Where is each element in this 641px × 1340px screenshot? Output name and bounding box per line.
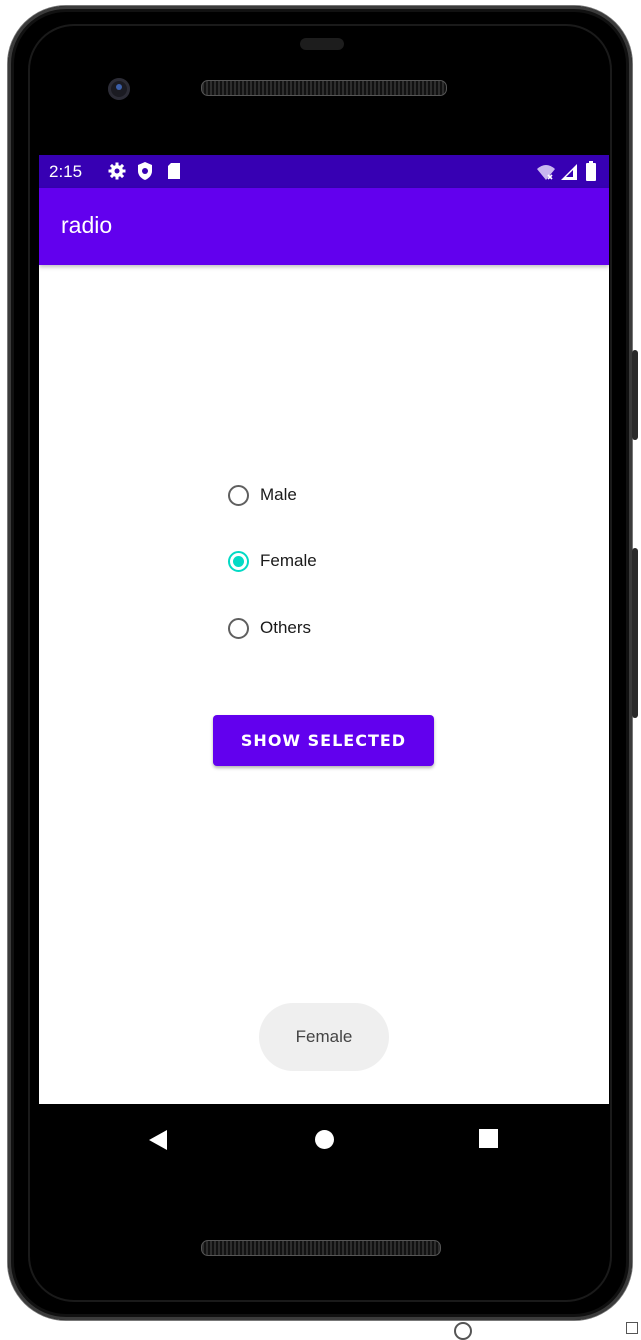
toast-message: Female bbox=[259, 1003, 389, 1071]
radio-label-male: Male bbox=[260, 485, 297, 504]
circle-icon bbox=[454, 1322, 472, 1340]
radio-button-others[interactable] bbox=[228, 617, 249, 639]
radio-option-female[interactable]: Female bbox=[228, 545, 378, 577]
signal-icon bbox=[561, 164, 577, 180]
volume-button bbox=[632, 548, 638, 718]
top-speaker-grille bbox=[201, 80, 447, 96]
power-button bbox=[632, 350, 638, 440]
square-icon bbox=[626, 1322, 638, 1334]
wifi-icon bbox=[537, 165, 555, 180]
radio-option-others[interactable]: Others bbox=[228, 612, 378, 644]
radio-label-others: Others bbox=[260, 618, 312, 637]
proximity-sensor bbox=[300, 38, 344, 50]
screen: 2:15 radio Male Female Others SHOW SELEC… bbox=[39, 155, 609, 1104]
app-title: radio bbox=[61, 212, 113, 238]
recents-icon[interactable] bbox=[479, 1129, 498, 1148]
status-bar: 2:15 bbox=[39, 155, 609, 188]
radio-button-male[interactable] bbox=[228, 484, 249, 506]
battery-icon bbox=[586, 161, 596, 181]
app-bar: radio bbox=[39, 188, 609, 265]
shield-icon bbox=[138, 162, 152, 180]
radio-option-male[interactable]: Male bbox=[228, 479, 378, 511]
sd-card-icon bbox=[168, 163, 180, 179]
front-camera bbox=[108, 78, 130, 100]
home-icon[interactable] bbox=[315, 1130, 334, 1149]
radio-button-female[interactable] bbox=[228, 550, 249, 572]
bottom-speaker-grille bbox=[201, 1240, 441, 1256]
radio-label-female: Female bbox=[260, 551, 317, 570]
status-time: 2:15 bbox=[49, 162, 83, 181]
navigation-bar bbox=[39, 1104, 609, 1174]
back-icon[interactable] bbox=[149, 1130, 167, 1150]
show-selected-button[interactable]: SHOW SELECTED bbox=[213, 715, 434, 766]
settings-icon bbox=[108, 162, 126, 180]
